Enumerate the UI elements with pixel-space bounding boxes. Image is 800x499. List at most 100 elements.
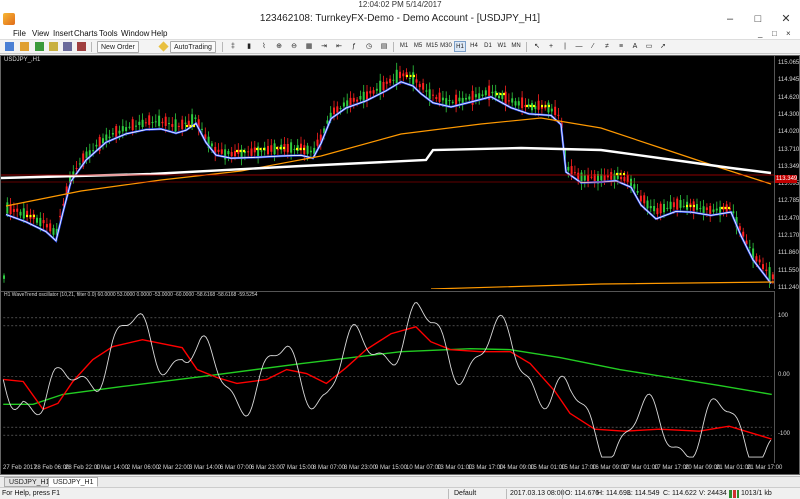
candle-body	[418, 84, 421, 88]
candle-body	[135, 125, 137, 127]
line-chart-icon[interactable]: ⌇	[258, 41, 270, 53]
vertical-line-icon[interactable]: |	[559, 41, 571, 53]
timeframe-mn[interactable]: MN	[510, 41, 522, 52]
menu-help[interactable]: Help	[151, 28, 167, 40]
timeframe-h1[interactable]: H1	[454, 41, 466, 52]
timeframe-w1[interactable]: W1	[496, 41, 508, 52]
candle-body	[567, 166, 570, 171]
candle-body	[369, 90, 372, 94]
tile-windows-icon[interactable]: ▦	[303, 41, 315, 53]
system-clock: 12:04:02 PM 5/14/2017	[0, 0, 800, 10]
strategy-tester-icon[interactable]	[75, 41, 87, 53]
arrows-dropdown-icon[interactable]: ➚	[657, 41, 669, 53]
zoom-in-icon[interactable]: ⊕	[273, 41, 285, 53]
candle-body	[286, 143, 289, 153]
timeframe-m1[interactable]: M1	[398, 41, 410, 52]
candle-body	[375, 88, 378, 91]
candle-body	[511, 98, 514, 103]
candle-body	[141, 119, 144, 128]
candle-body	[620, 176, 623, 180]
price-chart[interactable]	[1, 56, 774, 289]
fibonacci-icon[interactable]: ≡	[615, 41, 627, 53]
timeframe-m15[interactable]: M15	[426, 41, 438, 52]
bar-chart-icon[interactable]: ‡	[227, 41, 239, 53]
bar-volume: V: 24434	[699, 490, 727, 497]
candle-body	[498, 95, 500, 98]
candle-body	[537, 100, 540, 110]
terminal-icon[interactable]	[61, 41, 73, 53]
candle-body	[547, 102, 550, 113]
candle-body	[583, 175, 586, 181]
candle-body	[451, 101, 454, 103]
menu-tools[interactable]: Tools	[99, 28, 118, 40]
menu-charts[interactable]: Charts	[74, 28, 98, 40]
trendline-icon[interactable]: ⁄	[587, 41, 599, 53]
cursor-icon[interactable]: ↖	[531, 41, 543, 53]
candle-body	[253, 147, 256, 153]
candle-body	[676, 198, 679, 210]
candle-body	[75, 168, 78, 170]
candle-body	[630, 178, 632, 187]
close-button[interactable]: ✕	[772, 10, 800, 28]
new-order-button[interactable]: New Order	[97, 41, 139, 53]
candle-body	[474, 94, 477, 98]
chart-close-button[interactable]: ×	[786, 28, 791, 40]
wavetrend-oscillator-chart[interactable]	[1, 291, 774, 463]
menu-insert[interactable]: Insert	[53, 28, 73, 40]
timeframe-m5[interactable]: M5	[412, 41, 424, 52]
chart-tab-bar: USDJPY_H1 USDJPY_H1	[0, 476, 800, 487]
price-axis-label: 113.710	[778, 146, 800, 153]
candle-body	[732, 211, 735, 214]
candle-body	[603, 175, 606, 182]
chart-shift-icon[interactable]: ⇤	[333, 41, 345, 53]
candle-body	[309, 150, 312, 153]
chart-window[interactable]: USDJPY_,H1 115.065 114.945 114.620 114.300 1…	[0, 55, 800, 475]
crosshair-icon[interactable]: +	[545, 41, 557, 53]
candle-body	[148, 115, 151, 125]
candle-body	[712, 209, 715, 212]
candle-body	[45, 224, 48, 228]
maximize-button[interactable]: □	[744, 10, 772, 28]
oscillator-signal-line	[3, 326, 772, 440]
new-chart-icon[interactable]	[3, 41, 15, 53]
horizontal-line-icon[interactable]: —	[573, 41, 585, 53]
candle-body	[507, 100, 510, 102]
metaeditor-icon[interactable]	[157, 41, 169, 53]
chart-restore-button[interactable]: □	[772, 28, 777, 40]
candle-body	[679, 200, 682, 208]
templates-icon[interactable]: ▤	[378, 41, 390, 53]
equidistant-channel-icon[interactable]: ≠	[601, 41, 613, 53]
autoscroll-icon[interactable]: ⇥	[318, 41, 330, 53]
bid-price-tag: 113.349	[775, 175, 798, 183]
candlestick-icon[interactable]: ▮	[243, 41, 255, 53]
menu-window[interactable]: Window	[121, 28, 149, 40]
candle-body	[643, 195, 646, 204]
window-title: 123462108: TurnkeyFX-Demo - Demo Account…	[259, 13, 541, 24]
menu-file[interactable]: File	[13, 28, 26, 40]
autotrading-button[interactable]: AutoTrading	[170, 41, 216, 53]
timeframe-m30[interactable]: M30	[440, 41, 452, 52]
menu-view[interactable]: View	[32, 28, 49, 40]
profiles-icon[interactable]	[18, 41, 30, 53]
candle-body	[550, 108, 553, 112]
periods-icon[interactable]: ◷	[363, 41, 375, 53]
navigator-icon[interactable]	[47, 41, 59, 53]
minimize-button[interactable]: –	[716, 10, 744, 28]
text-label-icon[interactable]: ▭	[643, 41, 655, 53]
candle-body	[174, 119, 177, 132]
indicators-icon[interactable]: ƒ	[348, 41, 360, 53]
timeframe-d1[interactable]: D1	[482, 41, 494, 52]
zoom-out-icon[interactable]: ⊖	[288, 41, 300, 53]
chart-tab-active[interactable]: USDJPY_H1	[48, 477, 99, 487]
slow-ma-line	[1, 146, 772, 180]
chart-tab[interactable]: USDJPY_H1	[4, 477, 55, 487]
candle-body	[606, 175, 609, 178]
candle-body	[9, 204, 12, 215]
market-watch-icon[interactable]	[33, 41, 45, 53]
chart-minimize-button[interactable]: _	[758, 28, 762, 40]
candle-body	[247, 151, 250, 153]
text-tool-icon[interactable]: A	[629, 41, 641, 53]
candle-body	[696, 204, 698, 210]
timeframe-h4[interactable]: H4	[468, 41, 480, 52]
candle-body	[705, 207, 708, 211]
